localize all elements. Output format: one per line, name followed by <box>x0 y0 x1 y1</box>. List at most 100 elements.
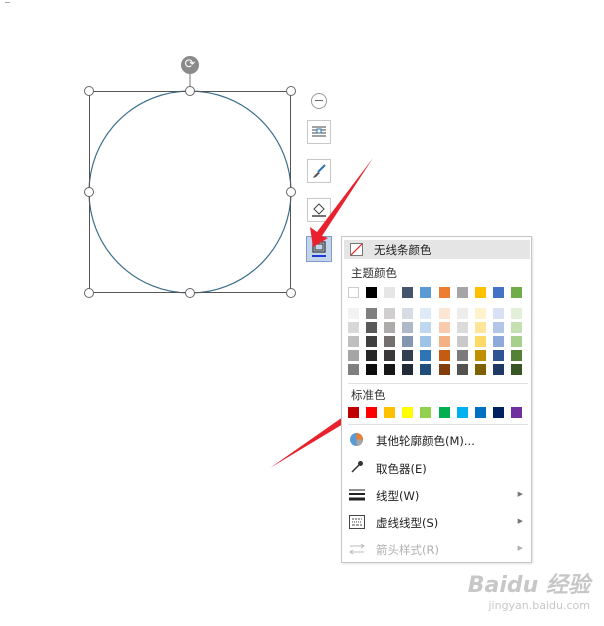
line-weight-label: 线型(W) <box>376 489 420 503</box>
eyedropper-icon <box>351 461 363 473</box>
theme-shade-swatch[interactable] <box>493 350 504 361</box>
theme-shade-swatch[interactable] <box>384 322 395 333</box>
theme-shade-swatch[interactable] <box>420 322 431 333</box>
theme-color-swatch[interactable] <box>493 287 504 298</box>
theme-shade-swatch[interactable] <box>457 308 468 319</box>
standard-color-swatch[interactable] <box>475 407 486 418</box>
theme-shade-swatch[interactable] <box>493 322 504 333</box>
theme-color-swatch[interactable] <box>475 287 486 298</box>
theme-shade-swatch[interactable] <box>348 336 359 347</box>
more-outline-colors-label: 其他轮廓颜色(M)... <box>376 434 475 448</box>
theme-color-swatch[interactable] <box>366 287 377 298</box>
theme-shade-swatch[interactable] <box>457 364 468 375</box>
resize-handle-top[interactable] <box>185 86 195 96</box>
theme-shade-swatch[interactable] <box>366 364 377 375</box>
standard-color-swatch[interactable] <box>511 407 522 418</box>
theme-color-swatch[interactable] <box>402 287 413 298</box>
more-outline-colors-item[interactable]: 其他轮廓颜色(M)... <box>344 429 530 451</box>
standard-color-swatch[interactable] <box>366 407 377 418</box>
rotate-handle-icon[interactable]: ⟳ <box>181 56 199 74</box>
theme-color-swatch[interactable] <box>420 287 431 298</box>
watermark-url: jingyan.baidu.com <box>488 599 590 612</box>
theme-shade-swatch[interactable] <box>384 308 395 319</box>
theme-shade-swatch[interactable] <box>475 350 486 361</box>
theme-shade-swatch[interactable] <box>366 350 377 361</box>
theme-shade-swatch[interactable] <box>402 322 413 333</box>
theme-shade-swatch[interactable] <box>366 322 377 333</box>
theme-shade-swatch[interactable] <box>457 322 468 333</box>
theme-shade-swatch[interactable] <box>384 336 395 347</box>
theme-shade-swatch[interactable] <box>511 308 522 319</box>
theme-shade-swatch[interactable] <box>439 336 450 347</box>
arrow-style-icon <box>349 543 365 555</box>
outline-color-menu: 无线条颜色 主题颜色 标准色 其他轮廓颜色(M)... 取色器(E) 线型(W)… <box>341 236 532 563</box>
theme-color-swatch[interactable] <box>439 287 450 298</box>
theme-shade-swatch[interactable] <box>511 322 522 333</box>
theme-shade-swatch[interactable] <box>457 350 468 361</box>
resize-handle-top-left[interactable] <box>84 86 94 96</box>
standard-color-swatch[interactable] <box>420 407 431 418</box>
standard-color-swatch[interactable] <box>348 407 359 418</box>
theme-shade-swatch[interactable] <box>439 364 450 375</box>
resize-handle-bottom[interactable] <box>185 288 195 298</box>
theme-shade-swatch[interactable] <box>420 364 431 375</box>
theme-shade-swatch[interactable] <box>511 336 522 347</box>
theme-shade-swatch[interactable] <box>475 336 486 347</box>
baidu-watermark: Baidu 经验 jingyan.baidu.com <box>468 567 590 612</box>
line-weight-item[interactable]: 线型(W) ▶ <box>344 484 530 506</box>
theme-shade-swatch[interactable] <box>402 364 413 375</box>
eyedropper-label: 取色器(E) <box>376 462 427 476</box>
theme-color-swatch[interactable] <box>384 287 395 298</box>
theme-shade-swatch[interactable] <box>511 350 522 361</box>
theme-shade-swatch[interactable] <box>420 336 431 347</box>
layout-options-button[interactable] <box>307 120 331 144</box>
theme-shade-swatch[interactable] <box>402 350 413 361</box>
no-line-color-item[interactable]: 无线条颜色 <box>344 240 530 259</box>
theme-shade-swatch[interactable] <box>366 308 377 319</box>
theme-shade-swatch[interactable] <box>348 364 359 375</box>
theme-shade-swatch[interactable] <box>439 350 450 361</box>
theme-shade-swatch[interactable] <box>348 308 359 319</box>
theme-shade-swatch[interactable] <box>475 364 486 375</box>
dash-type-label: 虚线线型(S) <box>376 516 439 530</box>
resize-handle-bottom-left[interactable] <box>84 288 94 298</box>
collapse-toolbar-icon[interactable] <box>311 93 327 109</box>
standard-color-swatch[interactable] <box>402 407 413 418</box>
no-color-icon <box>350 243 363 256</box>
standard-color-swatch[interactable] <box>493 407 504 418</box>
theme-shade-swatch[interactable] <box>348 350 359 361</box>
arrow-style-item: 箭头样式(R) ▶ <box>344 538 530 560</box>
theme-shade-swatch[interactable] <box>457 336 468 347</box>
standard-colors-heading: 标准色 <box>351 388 386 402</box>
theme-color-swatch[interactable] <box>348 287 359 298</box>
theme-shade-swatch[interactable] <box>384 364 395 375</box>
eyedropper-item[interactable]: 取色器(E) <box>344 457 530 479</box>
theme-shade-swatch[interactable] <box>439 322 450 333</box>
theme-shade-swatch[interactable] <box>402 336 413 347</box>
theme-color-swatch[interactable] <box>457 287 468 298</box>
submenu-arrow-icon: ▶ <box>517 517 523 525</box>
theme-shade-swatch[interactable] <box>475 308 486 319</box>
theme-shade-swatch[interactable] <box>475 322 486 333</box>
theme-shade-swatch[interactable] <box>511 364 522 375</box>
theme-shade-swatch[interactable] <box>348 322 359 333</box>
theme-shade-swatch[interactable] <box>493 336 504 347</box>
theme-shade-swatch[interactable] <box>366 336 377 347</box>
text-wrap-icon <box>312 126 326 137</box>
theme-shade-swatch[interactable] <box>420 308 431 319</box>
no-line-color-label: 无线条颜色 <box>374 243 432 257</box>
theme-shade-swatch[interactable] <box>439 308 450 319</box>
theme-color-swatch[interactable] <box>511 287 522 298</box>
standard-color-swatch[interactable] <box>384 407 395 418</box>
resize-handle-left[interactable] <box>84 187 94 197</box>
corner-mark <box>5 2 10 5</box>
dash-type-item[interactable]: 虚线线型(S) ▶ <box>344 511 530 533</box>
theme-shade-swatch[interactable] <box>493 308 504 319</box>
standard-color-swatch[interactable] <box>457 407 468 418</box>
resize-handle-top-right[interactable] <box>286 86 296 96</box>
standard-color-swatch[interactable] <box>439 407 450 418</box>
theme-shade-swatch[interactable] <box>402 308 413 319</box>
theme-shade-swatch[interactable] <box>384 350 395 361</box>
theme-shade-swatch[interactable] <box>493 364 504 375</box>
theme-shade-swatch[interactable] <box>420 350 431 361</box>
